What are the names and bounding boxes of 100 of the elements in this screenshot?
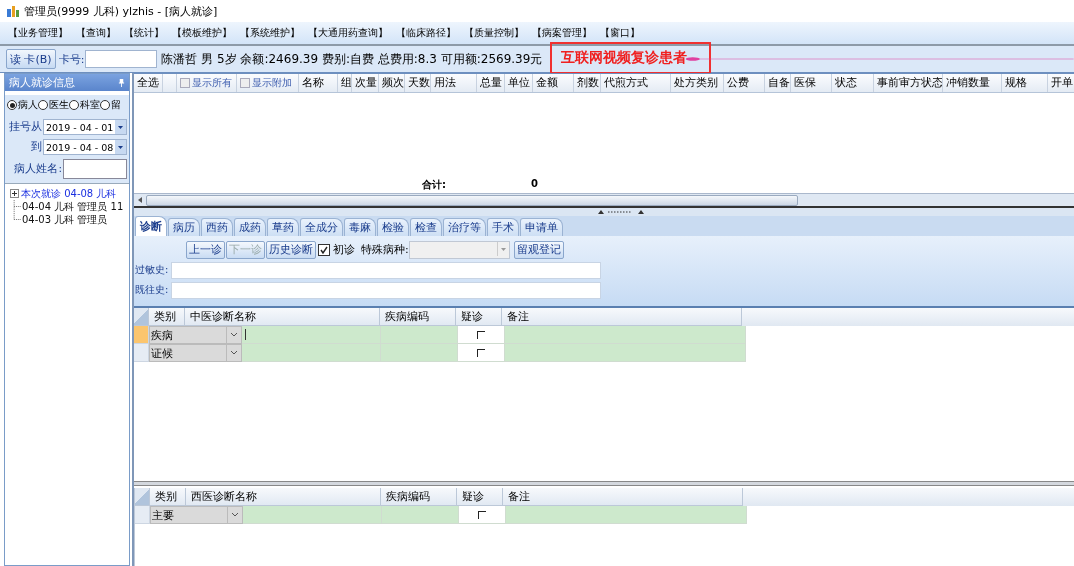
tab[interactable]: 申请单 (520, 218, 563, 236)
column-header: 全选 (134, 74, 163, 92)
column-header[interactable]: 显示附加 (237, 74, 299, 92)
row-selector[interactable] (135, 506, 150, 524)
column-header: 事前审方状态 (874, 74, 943, 92)
column-header: 名称 (299, 74, 338, 92)
tab[interactable]: 成药 (234, 218, 266, 236)
menu-item[interactable]: 【模板维护】 (172, 26, 232, 40)
app-icon (6, 4, 20, 18)
tab[interactable]: 草药 (267, 218, 299, 236)
column-header: 规格 (1002, 74, 1048, 92)
observe-button[interactable]: 留观登记 (513, 240, 564, 259)
table-cell[interactable] (243, 506, 382, 524)
splitter-handle-icon[interactable] (596, 209, 646, 215)
column-header: 开单 (1048, 74, 1074, 92)
menu-item[interactable]: 【业务管理】 (8, 26, 68, 40)
patient-info: 陈潘哲 男 5岁 余额:2469.39 费别:自费 总费用:8.3 可用额:2569.39元 (161, 50, 543, 68)
card-number-field[interactable] (85, 50, 158, 68)
table-cell[interactable] (381, 326, 458, 344)
corner-cell[interactable] (135, 488, 150, 506)
column-header: 用法 (431, 74, 477, 92)
menu-item[interactable]: 【窗口】 (600, 26, 640, 40)
table-cell[interactable] (242, 344, 381, 362)
tab[interactable]: 西药 (201, 218, 233, 236)
name-label: 病人姓名: (14, 162, 62, 176)
suspected-checkbox[interactable] (477, 348, 485, 357)
column-header: 自备 (765, 74, 791, 92)
table-cell[interactable] (382, 506, 459, 524)
menu-item[interactable]: 【质量控制】 (464, 26, 524, 40)
total-value: 0 (531, 178, 538, 191)
date-field[interactable]: 2019 - 04 - 08 (43, 139, 127, 155)
tree-item[interactable]: 本次就诊 04-08 儿科 (21, 186, 117, 201)
tab[interactable]: 全成分 (300, 218, 343, 236)
menu-item[interactable]: 【临床路径】 (396, 26, 456, 40)
menu-item[interactable]: 【系统维护】 (240, 26, 300, 40)
column-header: 状态 (832, 74, 874, 92)
table-cell[interactable] (381, 344, 458, 362)
patient-name-field[interactable] (63, 159, 127, 179)
panel-title: 病人就诊信息 (9, 75, 75, 90)
special-disease-dropdown[interactable] (408, 240, 510, 259)
toolbar-button[interactable]: 历史诊断 (266, 240, 316, 259)
suspected-checkbox[interactable] (477, 330, 485, 339)
row-selector[interactable] (134, 344, 149, 362)
category-dropdown[interactable]: 主要 (150, 506, 243, 524)
input-field[interactable] (171, 281, 601, 299)
tab[interactable]: 治疗等 (443, 218, 486, 236)
menu-item[interactable]: 【大通用药查询】 (308, 26, 388, 40)
tree-item[interactable]: 04-04 儿科 管理员 11 (22, 199, 124, 214)
table-cell[interactable] (505, 326, 746, 344)
table-cell[interactable] (506, 506, 747, 524)
radio-option[interactable]: 留 (100, 98, 121, 112)
column-header: 频次 (379, 74, 405, 92)
table-cell[interactable] (242, 326, 381, 344)
field-label: 既往史: (134, 283, 170, 297)
radio-option[interactable]: 病人 (7, 98, 38, 112)
pin-icon[interactable] (118, 78, 125, 87)
radio-option[interactable]: 医生 (38, 98, 69, 112)
tab[interactable]: 检验 (377, 218, 409, 236)
window-title: 管理员(9999 儿科) ylzhis - [病人就诊] (24, 3, 218, 19)
tab[interactable]: 诊断 (135, 216, 167, 236)
table-cell[interactable] (505, 344, 746, 362)
column-header: 冲销数量 (943, 74, 1002, 92)
tab[interactable]: 病历 (168, 218, 200, 236)
tree-line-icon (10, 200, 22, 213)
checkbox[interactable] (240, 78, 250, 88)
checkbox[interactable] (318, 243, 330, 256)
menu-item[interactable]: 【查询】 (76, 26, 116, 40)
column-header: 总量 (477, 74, 505, 92)
tab[interactable]: 毒麻 (344, 218, 376, 236)
suspected-checkbox[interactable] (478, 510, 486, 519)
column-header[interactable]: 显示所有 (177, 74, 237, 92)
scroll-thumb[interactable] (146, 194, 798, 206)
column-header: 次量 (352, 74, 379, 92)
menu-item[interactable]: 【病案管理】 (532, 26, 592, 40)
total-label: 合计: (422, 178, 446, 192)
checkbox[interactable] (180, 78, 190, 88)
horizontal-scrollbar[interactable] (134, 193, 1074, 206)
column-header: 单位 (505, 74, 533, 92)
date-label: 挂号从 (9, 120, 42, 134)
corner-cell[interactable] (134, 308, 149, 326)
row-selector[interactable] (134, 326, 149, 344)
column-header: 处方类别 (671, 74, 724, 92)
scroll-left-icon[interactable] (136, 196, 144, 204)
menu-item[interactable]: 【统计】 (124, 26, 164, 40)
tree-item[interactable]: 04-03 儿科 管理员 (22, 212, 108, 227)
column-header: 天数 (405, 74, 431, 92)
read-card-button[interactable]: 读 卡(B) (6, 49, 56, 69)
toolbar-button[interactable]: 上一诊 (186, 240, 225, 259)
date-field[interactable]: 2019 - 04 - 01 (43, 119, 127, 135)
category-dropdown[interactable]: 证候 (149, 344, 242, 362)
category-dropdown[interactable]: 疾病 (149, 326, 242, 344)
date-label: 到 (31, 140, 42, 154)
column-header: 剂数 (574, 74, 601, 92)
tab[interactable]: 手术 (487, 218, 519, 236)
input-field[interactable] (171, 261, 601, 279)
tab[interactable]: 检查 (410, 218, 442, 236)
expand-icon[interactable] (10, 189, 19, 198)
column-header: 代煎方式 (601, 74, 671, 92)
radio-option[interactable]: 科室 (69, 98, 100, 112)
column-header: 医保 (791, 74, 832, 92)
